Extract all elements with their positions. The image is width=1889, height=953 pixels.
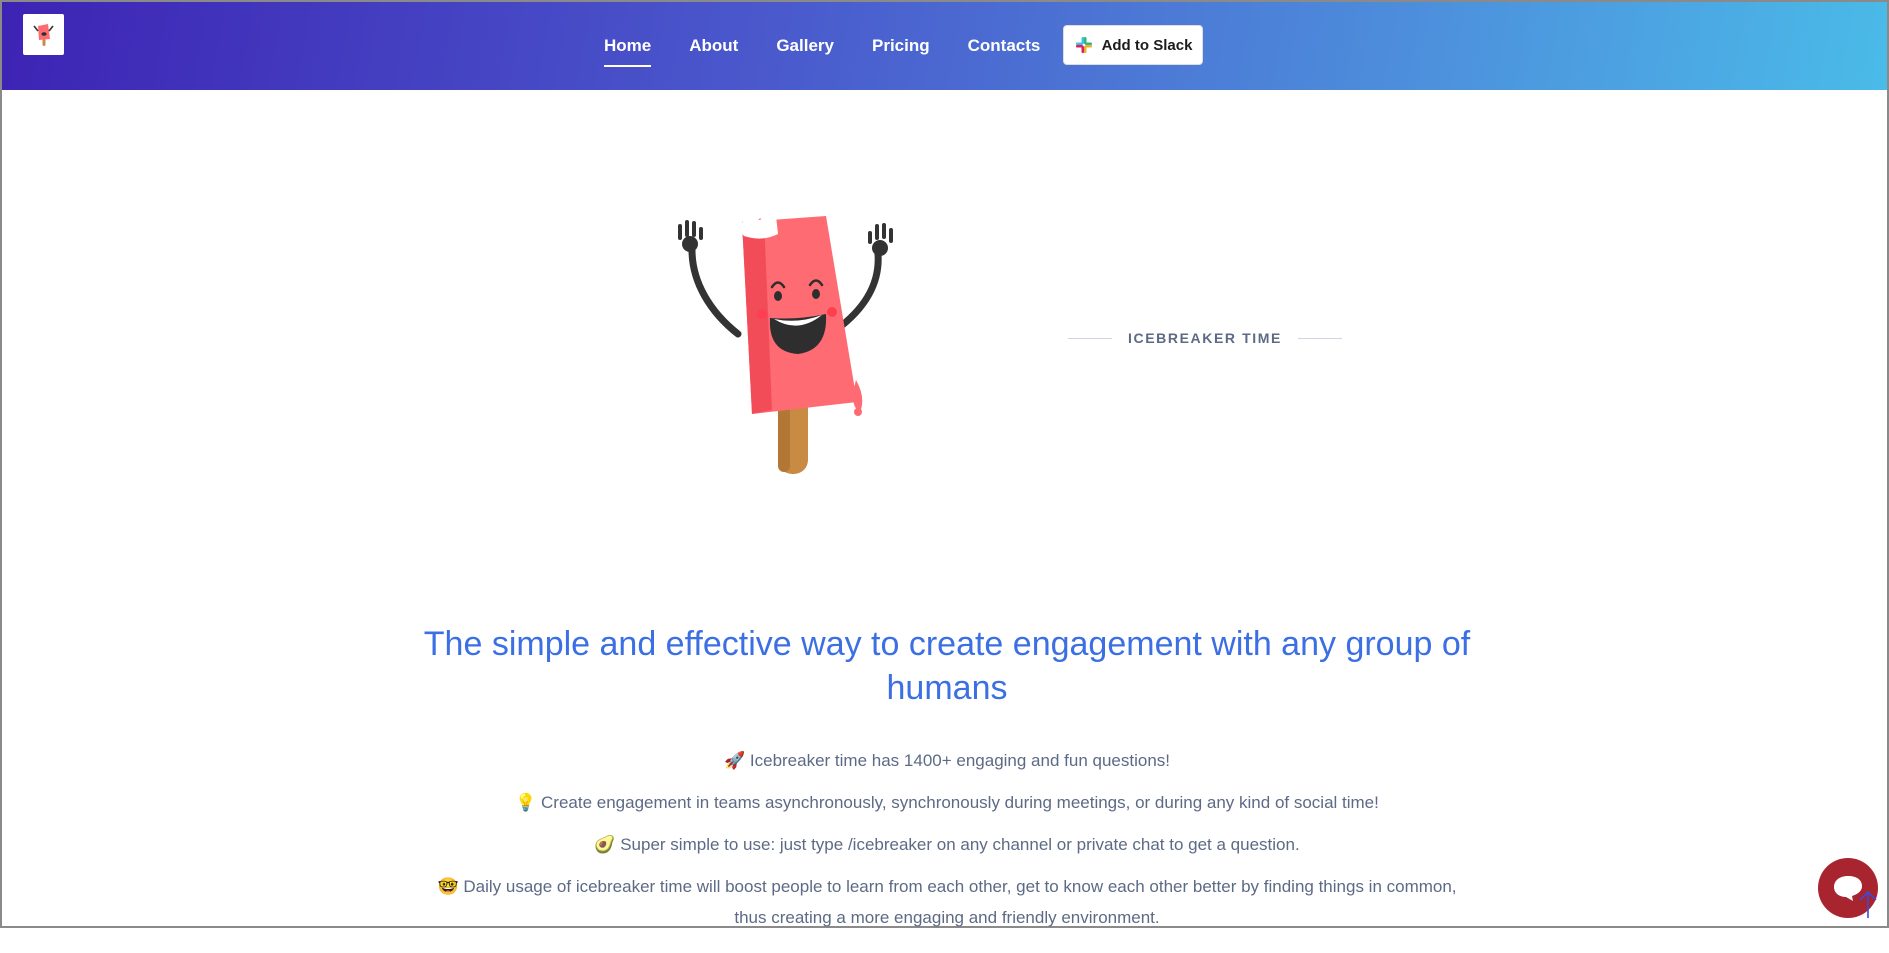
nav-link-pricing[interactable]: Pricing [872,28,930,64]
nav-link-gallery[interactable]: Gallery [776,28,834,64]
popsicle-logo-icon [32,23,54,46]
lightbulb-icon: 💡 [515,793,537,812]
add-to-slack-label: Add to Slack [1101,36,1193,54]
main-navigation: Home About Gallery Pricing Contacts [604,2,1078,90]
nav-link-about[interactable]: About [689,28,738,64]
slack-icon [1075,37,1092,53]
feature-text: Create engagement in teams asynchronousl… [541,793,1379,812]
add-to-slack-button[interactable]: Add to Slack [1063,25,1203,65]
arrow-up-icon[interactable] [1857,888,1879,920]
tagline-rule-left [1068,337,1113,339]
avocado-icon: 🥑 [594,835,616,854]
nav-link-contacts[interactable]: Contacts [968,28,1041,64]
feature-text: Daily usage of icebreaker time will boos… [463,877,1457,927]
feature-item: 🚀 Icebreaker time has 1400+ engaging and… [422,750,1472,772]
tagline-rule-right [1297,337,1342,339]
nav-link-home[interactable]: Home [604,28,652,67]
top-navbar: Home About Gallery Pricing Contacts Add … [2,2,1887,90]
tagline: ICEBREAKER TIME [1068,326,1342,350]
rocket-icon: 🚀 [723,751,746,770]
feature-item: 💡 Create engagement in teams asynchronou… [422,792,1472,814]
page-headline: The simple and effective way to create e… [423,625,1471,707]
feature-text: Super simple to use: just type /icebreak… [620,835,1300,854]
feature-item: 🤓 Daily usage of icebreaker time will bo… [422,871,1472,933]
nerd-face-icon: 🤓 [437,877,459,896]
feature-text: Icebreaker time has 1400+ engaging and f… [749,751,1170,770]
feature-list: 🚀 Icebreaker time has 1400+ engaging and… [422,750,1472,953]
tagline-text: ICEBREAKER TIME [1128,330,1282,346]
popsicle-mascot-illustration [678,214,893,474]
site-logo[interactable] [23,14,64,55]
feature-item: 🥑 Super simple to use: just type /icebre… [422,834,1472,856]
